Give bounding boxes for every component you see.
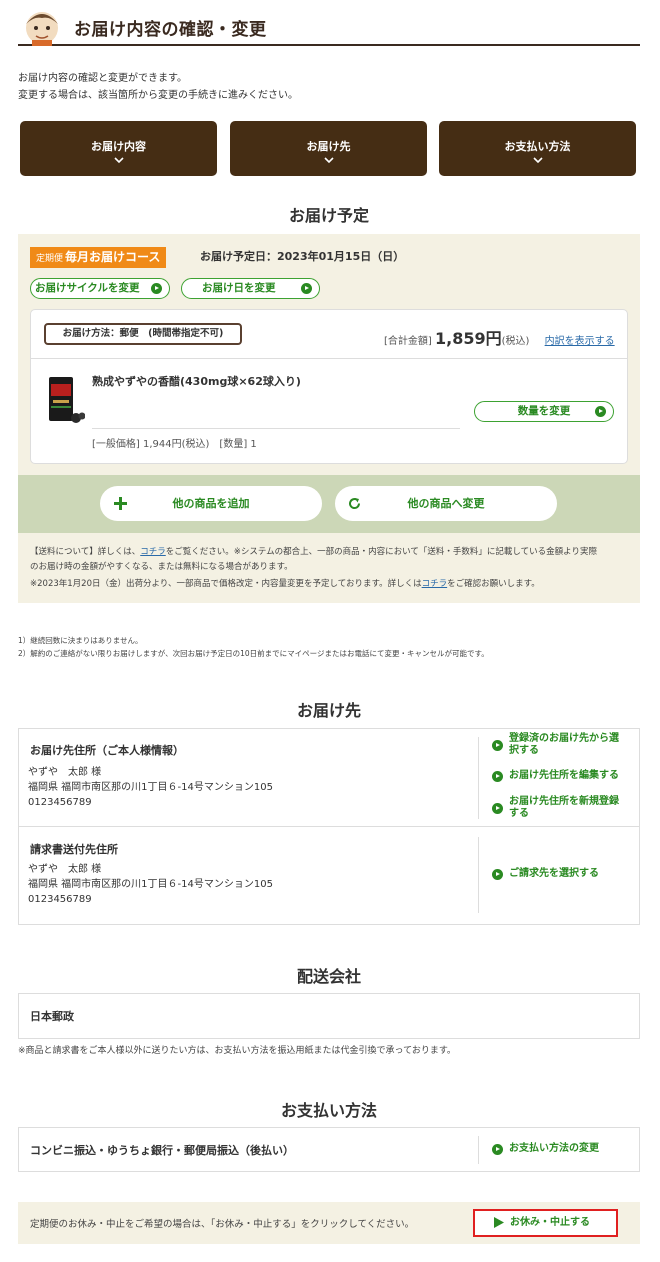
recipient-name: やずや 太郎 様 — [28, 767, 102, 778]
pause-stop-button[interactable]: お休み・中止する — [473, 1209, 618, 1237]
shipping-note-1: 【送料について】詳しくは、コチラをご覧ください。※システムの都合上、一部の商品・… — [30, 545, 630, 560]
link-label: ご請求先を選択する — [509, 868, 599, 879]
note-text: 【送料について】詳しくは、 — [30, 547, 141, 557]
invoice-address: 福岡県 福岡市南区那の川1丁目６-14号マンション105 — [28, 879, 273, 890]
arrow-circle-icon — [492, 1144, 503, 1155]
arrow-circle-icon — [492, 803, 503, 814]
chevron-down-icon — [113, 157, 124, 164]
divider — [92, 428, 460, 429]
nav-payment-label: お支払い方法 — [504, 140, 571, 153]
product-name: 熟成やずやの香醋(430mg球×62球入り) — [92, 375, 301, 388]
delivery-method-badge: お届け方法：郵便 (時間帯指定不可) — [44, 323, 242, 345]
carrier-note: ※商品と請求書をご本人様以外に送りたい方は、お支払い方法を振込用紙または代金引換… — [18, 1046, 456, 1056]
invoice-address-title: 請求書送付先住所 — [30, 843, 118, 856]
chevron-down-icon — [532, 157, 543, 164]
arrow-circle-icon — [301, 283, 312, 294]
total-amount: 1,859円 — [435, 329, 502, 348]
note-text: をご覧ください。※システムの都合上、一部の商品・内容において「送料・手数料」に記… — [165, 547, 597, 557]
nav-contents-button[interactable]: お届け内容 — [20, 121, 217, 176]
arrow-circle-icon — [492, 771, 503, 782]
delivery-date: お届け予定日：2023年01月15日（日） — [200, 250, 405, 263]
swap-product-button[interactable]: 他の商品へ変更 — [335, 486, 557, 521]
change-quantity-button[interactable]: 数量を変更 — [474, 401, 614, 422]
page-title: お届け内容の確認・変更 — [74, 20, 267, 40]
arrow-circle-icon — [492, 869, 503, 880]
select-registered-address-link[interactable]: 登録済のお届け先から選 択する — [492, 733, 632, 757]
link-label: 登録済のお届け先から選 — [509, 733, 619, 744]
intro-text: お届け内容の確認と変更ができます。 変更する場合は、該当箇所から変更の手続きに進… — [18, 70, 638, 104]
link-label: 択する — [509, 745, 539, 756]
carrier-name: 日本郵政 — [30, 1010, 74, 1023]
add-product-button[interactable]: 他の商品を追加 — [100, 486, 322, 521]
carrier-card — [18, 993, 640, 1039]
nav-destination-button[interactable]: お届け先 — [230, 121, 427, 176]
link-label: する — [509, 808, 529, 819]
product-price: [一般価格] 1,944円(税込) [数量] 1 — [92, 439, 257, 450]
refresh-icon — [349, 498, 361, 510]
shipping-note-1-cont: のお届け時の金額がやすくなる、または無料になる場合があります。 — [30, 562, 293, 572]
nav-destination-label: お届け先 — [306, 140, 351, 153]
intro-line-1: お届け内容の確認と変更ができます。 — [18, 73, 187, 84]
footnote-1: 1）継続回数に決まりはありません。 — [18, 636, 143, 645]
price-change-link[interactable]: コチラ — [422, 579, 448, 589]
carrier-section-title: 配送会社 — [296, 967, 361, 986]
divider — [31, 358, 627, 359]
total-amount-row: [合計金額] 1,859円(税込) 内訳を表示する — [384, 325, 615, 349]
change-date-button[interactable]: お届け日を変更 — [181, 278, 320, 299]
price-change-note: ※2023年1月20日（金）出荷分より、一部商品で価格改定・内容量変更を予定して… — [30, 577, 630, 592]
shipping-fee-link[interactable]: コチラ — [140, 547, 166, 557]
note-text: ※2023年1月20日（金）出荷分より、一部商品で価格改定・内容量変更を予定して… — [30, 579, 422, 589]
select-invoice-link[interactable]: ご請求先を選択する — [492, 868, 599, 880]
chevron-down-icon — [323, 157, 334, 164]
edit-address-link[interactable]: お届け先住所を編集する — [492, 770, 619, 782]
course-badge: 定期便 毎月お届けコース — [30, 247, 167, 268]
change-cycle-label: お届けサイクルを変更 — [35, 282, 140, 294]
schedule-section-title: お届け予定 — [288, 206, 369, 225]
divider — [19, 826, 639, 827]
change-payment-link[interactable]: お支払い方法の変更 — [492, 1143, 599, 1155]
mascot-logo-icon — [26, 12, 58, 46]
delivery-address-block: やずや 太郎 様 福岡県 福岡市南区那の川1丁目６-14号マンション105 01… — [28, 765, 273, 810]
arrow-circle-icon — [595, 406, 606, 417]
delivery-address-title: お届け先住所（ご本人様情報） — [30, 744, 184, 757]
invoice-phone: 0123456789 — [28, 894, 92, 905]
product-image — [49, 377, 85, 423]
nav-contents-label: お届け内容 — [91, 140, 146, 153]
play-triangle-icon — [494, 1217, 504, 1228]
add-product-label: 他の商品を追加 — [172, 497, 250, 510]
page-header: お届け内容の確認・変更 — [18, 6, 640, 46]
recipient-phone: 0123456789 — [28, 797, 92, 808]
course-name: 毎月お届けコース — [65, 250, 161, 264]
swap-product-label: 他の商品へ変更 — [407, 497, 485, 510]
breakdown-link[interactable]: 内訳を表示する — [545, 336, 615, 347]
recipient-address: 福岡県 福岡市南区那の川1丁目６-14号マンション105 — [28, 782, 273, 793]
arrow-circle-icon — [151, 283, 162, 294]
change-cycle-button[interactable]: お届けサイクルを変更 — [30, 278, 170, 299]
tax-label: (税込) — [501, 336, 530, 347]
intro-line-2: 変更する場合は、該当箇所から変更の手続きに進みください。 — [18, 90, 298, 101]
link-label: お届け先住所を編集する — [509, 770, 619, 781]
new-address-link[interactable]: お届け先住所を新規登録 する — [492, 796, 632, 820]
total-label: [合計金額] — [384, 336, 432, 347]
invoice-name: やずや 太郎 様 — [28, 864, 102, 875]
nav-payment-button[interactable]: お支払い方法 — [439, 121, 636, 176]
plus-icon — [114, 497, 127, 510]
arrow-circle-icon — [492, 740, 503, 751]
footnote-2: 2）解約のご連絡がない限りお届けしますが、次回お届け予定日の10日前までにマイペ… — [18, 649, 489, 658]
invoice-address-block: やずや 太郎 様 福岡県 福岡市南区那の川1丁目６-14号マンション105 01… — [28, 862, 273, 907]
shipping-notes: 【送料について】詳しくは、コチラをご覧ください。※システムの都合上、一部の商品・… — [30, 545, 630, 592]
link-label: お支払い方法の変更 — [509, 1143, 599, 1154]
footnotes: 1）継続回数に決まりはありません。 2）解約のご連絡がない限りお届けしますが、次… — [18, 634, 489, 660]
course-prefix: 定期便 — [36, 254, 64, 264]
pause-instruction: 定期便のお休み・中止をご希望の場合は、「お休み・中止する」をクリックしてください… — [30, 1219, 415, 1230]
destination-section-title: お届け先 — [296, 701, 361, 720]
payment-method: コンビニ振込・ゆうちょ銀行・郵便局振込（後払い） — [30, 1144, 294, 1157]
link-label: お届け先住所を新規登録 — [509, 796, 619, 807]
pause-stop-label: お休み・中止する — [510, 1217, 590, 1228]
payment-section-title: お支払い方法 — [280, 1101, 377, 1120]
note-text: をご確認お願いします。 — [447, 579, 540, 589]
change-quantity-label: 数量を変更 — [517, 405, 571, 417]
change-date-label: お届け日を変更 — [202, 282, 276, 294]
